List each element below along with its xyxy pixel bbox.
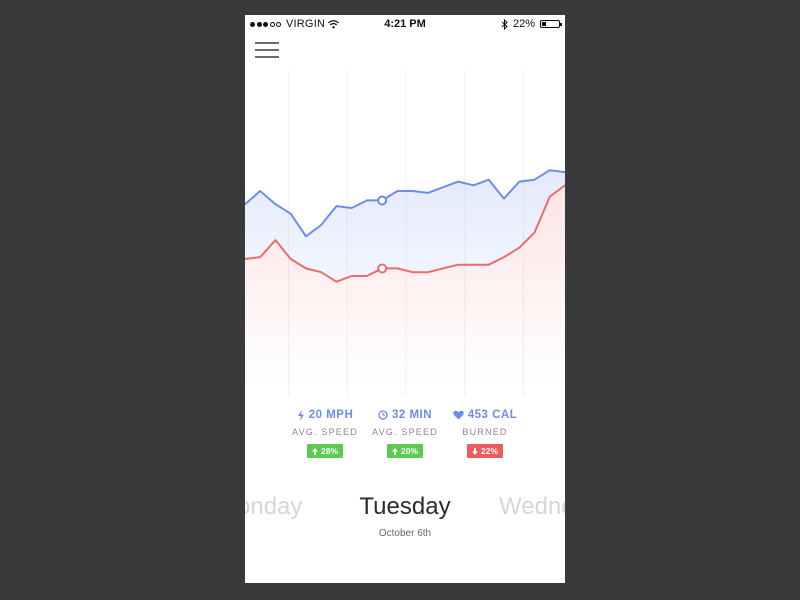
date-label: October 6th (378, 528, 432, 539)
change-badge: 22% (466, 444, 503, 458)
day-picker[interactable]: onday Tuesday Wedne (245, 493, 565, 533)
menu-line (255, 56, 279, 58)
arrow-up-icon (311, 447, 318, 455)
change-badge: 28% (306, 444, 343, 458)
bluetooth-icon (501, 18, 508, 30)
change-value: 20% (400, 446, 418, 456)
battery-icon (540, 20, 562, 28)
stat-label: BURNED (462, 427, 508, 437)
menu-line (255, 42, 279, 44)
stats-row: 20 MPH AVG. SPEED 28% 32 MIN AVG. SPEED … (245, 407, 565, 467)
menu-line (255, 49, 279, 51)
bolt-icon (297, 409, 304, 421)
stat-calories[interactable]: 453 CAL BURNED 22% (430, 407, 540, 460)
calorie-point[interactable] (377, 263, 388, 274)
change-value: 22% (480, 446, 498, 456)
battery-percent: 22% (512, 18, 535, 30)
speed-point[interactable] (377, 195, 388, 206)
clock-icon (378, 410, 388, 420)
change-value: 28% (320, 446, 338, 456)
arrow-up-icon (391, 447, 398, 455)
phone-screen: VIRGIN 4:21 PM 22% 20 MPH AVG. SPEED 28%… (245, 15, 565, 583)
menu-button[interactable] (255, 42, 279, 60)
stat-value: 20 MPH (308, 409, 354, 421)
arrow-down-icon (471, 447, 478, 455)
stat-value: 453 CAL (467, 409, 518, 421)
change-badge: 20% (386, 444, 423, 458)
stat-value: 32 MIN (391, 409, 433, 421)
heart-icon (452, 410, 464, 420)
status-bar: VIRGIN 4:21 PM 22% (245, 15, 565, 33)
day-next[interactable]: Wedne (499, 493, 565, 521)
